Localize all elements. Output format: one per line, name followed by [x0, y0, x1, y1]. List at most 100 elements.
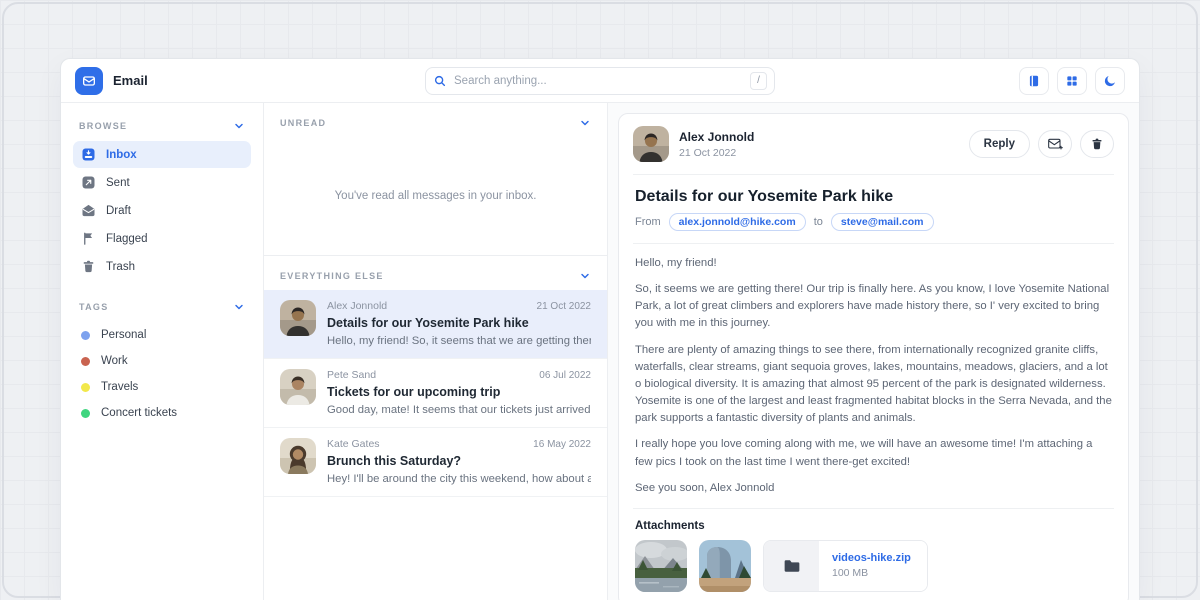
- sidebar-item-label: Inbox: [106, 149, 137, 161]
- half-dome-photo[interactable]: [699, 540, 751, 592]
- sidebar-item-label: Draft: [106, 205, 131, 217]
- email-date: 06 Jul 2022: [539, 370, 591, 381]
- search-bar[interactable]: /: [425, 67, 775, 95]
- sent-icon: [81, 175, 96, 190]
- attachments-label: Attachments: [619, 509, 1128, 540]
- tag-item-personal[interactable]: Personal: [73, 322, 251, 348]
- chevron-down-icon[interactable]: [233, 301, 245, 313]
- tag-item-travels[interactable]: Travels: [73, 374, 251, 400]
- dark-mode-button[interactable]: [1095, 67, 1125, 95]
- reading-pane: Alex Jonnold 21 Oct 2022 Reply: [608, 103, 1139, 600]
- avatar: [280, 369, 316, 405]
- email-meta: Alex Jonnold 21 Oct 2022 Details for our…: [327, 300, 591, 347]
- app-body: BROWSE Inbox Sent: [61, 103, 1139, 600]
- reader-sender-name: Alex Jonnold: [679, 130, 754, 144]
- email-subject: Details for our Yosemite Park hike: [327, 316, 591, 330]
- tag-color-dot: [81, 331, 90, 340]
- chevron-down-icon[interactable]: [233, 120, 245, 132]
- sidebar-item-label: Trash: [106, 261, 135, 273]
- email-list-item[interactable]: Pete Sand 06 Jul 2022 Tickets for our up…: [264, 359, 607, 428]
- app-title: Email: [113, 73, 148, 88]
- email-subject: Brunch this Saturday?: [327, 454, 591, 468]
- reader-header: Alex Jonnold 21 Oct 2022 Reply: [619, 114, 1128, 174]
- tags-section-header[interactable]: TAGS: [73, 296, 251, 322]
- sidebar: BROWSE Inbox Sent: [61, 103, 263, 600]
- mark-unread-button[interactable]: [1038, 130, 1072, 158]
- reader-actions: Reply: [969, 130, 1114, 158]
- zip-file-size: 100 MB: [832, 567, 911, 579]
- email-meta: Kate Gates 16 May 2022 Brunch this Satur…: [327, 438, 591, 485]
- email-preview: Hey! I'll be around the city this weeken…: [327, 473, 591, 485]
- notebook-icon: [1027, 74, 1041, 88]
- delete-button[interactable]: [1080, 130, 1114, 158]
- reader-sender-block: Alex Jonnold 21 Oct 2022: [679, 130, 754, 159]
- email-sender: Alex Jonnold: [327, 300, 387, 312]
- email-preview: Good day, mate! It seems that our ticket…: [327, 404, 591, 416]
- to-label: to: [814, 216, 823, 228]
- search-input[interactable]: [454, 75, 743, 87]
- unread-section-header[interactable]: UNREAD: [264, 103, 607, 137]
- unread-section-label: UNREAD: [280, 118, 326, 128]
- everything-else-header[interactable]: EVERYTHING ELSE: [264, 256, 607, 290]
- envelope-icon: [81, 73, 97, 89]
- tags-section-label: TAGS: [79, 302, 109, 312]
- everything-else-label: EVERYTHING ELSE: [280, 271, 384, 281]
- sidebar-item-flagged[interactable]: Flagged: [73, 225, 251, 252]
- inbox-icon: [81, 147, 96, 162]
- chevron-down-icon[interactable]: [579, 270, 591, 282]
- reply-button[interactable]: Reply: [969, 130, 1030, 158]
- flag-icon: [81, 231, 96, 246]
- from-to-row: From alex.jonnold@hike.com to steve@mail…: [619, 213, 1128, 243]
- to-address-pill[interactable]: steve@mail.com: [831, 213, 934, 231]
- chevron-down-icon[interactable]: [579, 117, 591, 129]
- tag-item-work[interactable]: Work: [73, 348, 251, 374]
- folder-icon: [783, 558, 801, 574]
- sidebar-item-label: Sent: [106, 177, 130, 189]
- attachments-row: videos-hike.zip 100 MB: [619, 540, 1128, 600]
- avatar: [280, 300, 316, 336]
- reader-date: 21 Oct 2022: [679, 147, 754, 159]
- sidebar-item-trash[interactable]: Trash: [73, 253, 251, 280]
- email-list-item[interactable]: Kate Gates 16 May 2022 Brunch this Satur…: [264, 428, 607, 497]
- trash-icon: [81, 259, 96, 274]
- search-icon: [433, 74, 447, 88]
- yosemite-valley-photo[interactable]: [635, 540, 687, 592]
- tag-item-concert-tickets[interactable]: Concert tickets: [73, 400, 251, 426]
- notebook-button[interactable]: [1019, 67, 1049, 95]
- body-paragraph: There are plenty of amazing things to se…: [635, 342, 1112, 428]
- email-reader-card: Alex Jonnold 21 Oct 2022 Reply: [618, 113, 1129, 600]
- browse-section-label: BROWSE: [79, 121, 127, 131]
- unread-section: UNREAD You've read all messages in your …: [264, 103, 607, 255]
- header-actions: [1019, 67, 1125, 95]
- body-paragraph: See you soon, Alex Jonnold: [635, 480, 1112, 497]
- tags-section: TAGS Personal Work Travels: [73, 296, 251, 426]
- avatar: [633, 126, 669, 162]
- trash-icon: [1090, 137, 1104, 151]
- mail-list-column: UNREAD You've read all messages in your …: [263, 103, 608, 600]
- apps-grid-button[interactable]: [1057, 67, 1087, 95]
- from-label: From: [635, 216, 661, 228]
- email-subject-title: Details for our Yosemite Park hike: [619, 175, 1128, 213]
- avatar: [280, 438, 316, 474]
- search-shortcut-key: /: [750, 72, 767, 90]
- zip-attachment-card[interactable]: videos-hike.zip 100 MB: [763, 540, 928, 592]
- sidebar-item-inbox[interactable]: Inbox: [73, 141, 251, 168]
- email-sender: Pete Sand: [327, 369, 376, 381]
- app-logo: [75, 67, 103, 95]
- grid-icon: [1065, 74, 1079, 88]
- email-meta: Pete Sand 06 Jul 2022 Tickets for our up…: [327, 369, 591, 416]
- draft-icon: [81, 203, 96, 218]
- sidebar-item-sent[interactable]: Sent: [73, 169, 251, 196]
- email-list-item[interactable]: Alex Jonnold 21 Oct 2022 Details for our…: [264, 290, 607, 359]
- tag-color-dot: [81, 357, 90, 366]
- tag-label: Travels: [101, 381, 138, 393]
- tag-label: Personal: [101, 329, 146, 341]
- sidebar-item-draft[interactable]: Draft: [73, 197, 251, 224]
- browse-section-header[interactable]: BROWSE: [73, 115, 251, 141]
- body-paragraph: I really hope you love coming along with…: [635, 436, 1112, 470]
- email-sender: Kate Gates: [327, 438, 380, 450]
- tag-color-dot: [81, 409, 90, 418]
- tag-label: Work: [101, 355, 128, 367]
- everything-else-section: EVERYTHING ELSE Alex Jonnold 21 Oct 2022: [264, 255, 607, 497]
- from-address-pill[interactable]: alex.jonnold@hike.com: [669, 213, 806, 231]
